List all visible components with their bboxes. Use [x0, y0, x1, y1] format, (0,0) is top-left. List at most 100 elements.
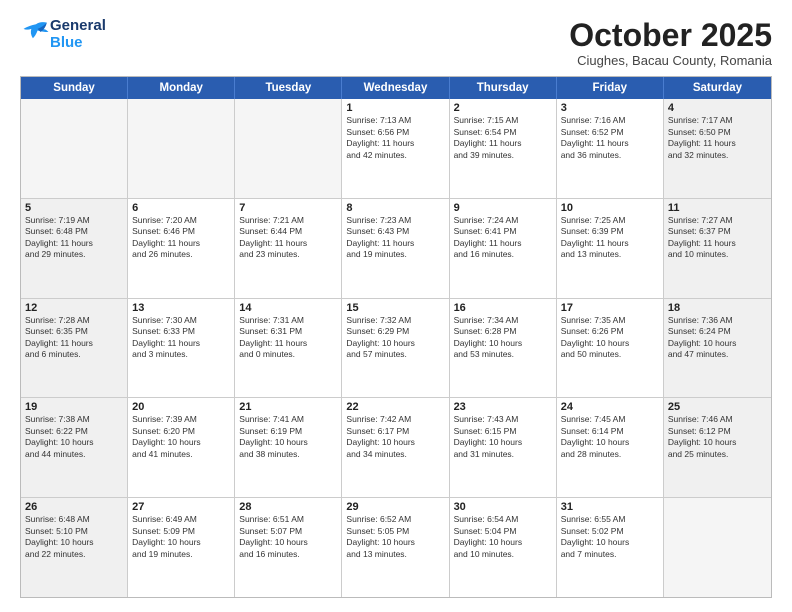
calendar-row-0: 1Sunrise: 7:13 AMSunset: 6:56 PMDaylight…	[21, 99, 771, 198]
calendar-cell: 22Sunrise: 7:42 AMSunset: 6:17 PMDayligh…	[342, 398, 449, 497]
cell-details: Sunrise: 7:31 AMSunset: 6:31 PMDaylight:…	[239, 315, 337, 361]
cell-details: Sunrise: 7:16 AMSunset: 6:52 PMDaylight:…	[561, 115, 659, 161]
day-number: 2	[454, 102, 552, 114]
day-number: 6	[132, 202, 230, 214]
calendar-cell: 25Sunrise: 7:46 AMSunset: 6:12 PMDayligh…	[664, 398, 771, 497]
day-number: 28	[239, 501, 337, 513]
calendar-cell: 27Sunrise: 6:49 AMSunset: 5:09 PMDayligh…	[128, 498, 235, 597]
cell-details: Sunrise: 6:55 AMSunset: 5:02 PMDaylight:…	[561, 514, 659, 560]
calendar-cell: 21Sunrise: 7:41 AMSunset: 6:19 PMDayligh…	[235, 398, 342, 497]
month-title: October 2025	[569, 18, 772, 53]
calendar-cell: 16Sunrise: 7:34 AMSunset: 6:28 PMDayligh…	[450, 299, 557, 398]
day-of-week-wednesday: Wednesday	[342, 77, 449, 99]
day-number: 19	[25, 401, 123, 413]
cell-details: Sunrise: 7:24 AMSunset: 6:41 PMDaylight:…	[454, 215, 552, 261]
cell-details: Sunrise: 7:46 AMSunset: 6:12 PMDaylight:…	[668, 414, 767, 460]
calendar-cell: 2Sunrise: 7:15 AMSunset: 6:54 PMDaylight…	[450, 99, 557, 198]
day-number: 8	[346, 202, 444, 214]
logo: General Blue	[20, 18, 106, 51]
day-number: 23	[454, 401, 552, 413]
day-of-week-sunday: Sunday	[21, 77, 128, 99]
cell-details: Sunrise: 6:52 AMSunset: 5:05 PMDaylight:…	[346, 514, 444, 560]
day-number: 21	[239, 401, 337, 413]
calendar-header: SundayMondayTuesdayWednesdayThursdayFrid…	[21, 77, 771, 99]
calendar-cell: 14Sunrise: 7:31 AMSunset: 6:31 PMDayligh…	[235, 299, 342, 398]
day-number: 15	[346, 302, 444, 314]
day-number: 3	[561, 102, 659, 114]
calendar-cell: 19Sunrise: 7:38 AMSunset: 6:22 PMDayligh…	[21, 398, 128, 497]
calendar-cell: 1Sunrise: 7:13 AMSunset: 6:56 PMDaylight…	[342, 99, 449, 198]
cell-details: Sunrise: 7:20 AMSunset: 6:46 PMDaylight:…	[132, 215, 230, 261]
calendar-cell	[235, 99, 342, 198]
logo-bird-icon	[22, 21, 50, 43]
cell-details: Sunrise: 6:49 AMSunset: 5:09 PMDaylight:…	[132, 514, 230, 560]
day-number: 18	[668, 302, 767, 314]
cell-details: Sunrise: 7:36 AMSunset: 6:24 PMDaylight:…	[668, 315, 767, 361]
calendar-cell	[128, 99, 235, 198]
cell-details: Sunrise: 7:21 AMSunset: 6:44 PMDaylight:…	[239, 215, 337, 261]
cell-details: Sunrise: 7:17 AMSunset: 6:50 PMDaylight:…	[668, 115, 767, 161]
calendar-cell: 6Sunrise: 7:20 AMSunset: 6:46 PMDaylight…	[128, 199, 235, 298]
calendar-cell: 30Sunrise: 6:54 AMSunset: 5:04 PMDayligh…	[450, 498, 557, 597]
calendar-cell: 13Sunrise: 7:30 AMSunset: 6:33 PMDayligh…	[128, 299, 235, 398]
day-number: 10	[561, 202, 659, 214]
cell-details: Sunrise: 7:23 AMSunset: 6:43 PMDaylight:…	[346, 215, 444, 261]
calendar-cell: 9Sunrise: 7:24 AMSunset: 6:41 PMDaylight…	[450, 199, 557, 298]
calendar-cell: 3Sunrise: 7:16 AMSunset: 6:52 PMDaylight…	[557, 99, 664, 198]
day-number: 20	[132, 401, 230, 413]
page: General Blue October 2025 Ciughes, Bacau…	[0, 0, 792, 612]
cell-details: Sunrise: 7:43 AMSunset: 6:15 PMDaylight:…	[454, 414, 552, 460]
day-number: 7	[239, 202, 337, 214]
calendar-row-2: 12Sunrise: 7:28 AMSunset: 6:35 PMDayligh…	[21, 298, 771, 398]
calendar-cell: 29Sunrise: 6:52 AMSunset: 5:05 PMDayligh…	[342, 498, 449, 597]
cell-details: Sunrise: 6:48 AMSunset: 5:10 PMDaylight:…	[25, 514, 123, 560]
calendar: SundayMondayTuesdayWednesdayThursdayFrid…	[20, 76, 772, 598]
day-of-week-saturday: Saturday	[664, 77, 771, 99]
cell-details: Sunrise: 7:27 AMSunset: 6:37 PMDaylight:…	[668, 215, 767, 261]
logo-text: General Blue	[50, 18, 106, 51]
calendar-cell: 24Sunrise: 7:45 AMSunset: 6:14 PMDayligh…	[557, 398, 664, 497]
title-block: October 2025 Ciughes, Bacau County, Roma…	[569, 18, 772, 68]
location-subtitle: Ciughes, Bacau County, Romania	[569, 53, 772, 68]
day-of-week-tuesday: Tuesday	[235, 77, 342, 99]
calendar-cell: 5Sunrise: 7:19 AMSunset: 6:48 PMDaylight…	[21, 199, 128, 298]
calendar-cell: 12Sunrise: 7:28 AMSunset: 6:35 PMDayligh…	[21, 299, 128, 398]
day-number: 14	[239, 302, 337, 314]
calendar-body: 1Sunrise: 7:13 AMSunset: 6:56 PMDaylight…	[21, 99, 771, 597]
cell-details: Sunrise: 7:32 AMSunset: 6:29 PMDaylight:…	[346, 315, 444, 361]
calendar-cell: 26Sunrise: 6:48 AMSunset: 5:10 PMDayligh…	[21, 498, 128, 597]
calendar-row-1: 5Sunrise: 7:19 AMSunset: 6:48 PMDaylight…	[21, 198, 771, 298]
cell-details: Sunrise: 7:41 AMSunset: 6:19 PMDaylight:…	[239, 414, 337, 460]
calendar-cell: 20Sunrise: 7:39 AMSunset: 6:20 PMDayligh…	[128, 398, 235, 497]
calendar-cell: 8Sunrise: 7:23 AMSunset: 6:43 PMDaylight…	[342, 199, 449, 298]
day-number: 11	[668, 202, 767, 214]
day-number: 9	[454, 202, 552, 214]
cell-details: Sunrise: 6:54 AMSunset: 5:04 PMDaylight:…	[454, 514, 552, 560]
day-number: 5	[25, 202, 123, 214]
calendar-row-3: 19Sunrise: 7:38 AMSunset: 6:22 PMDayligh…	[21, 397, 771, 497]
day-number: 22	[346, 401, 444, 413]
day-of-week-monday: Monday	[128, 77, 235, 99]
cell-details: Sunrise: 6:51 AMSunset: 5:07 PMDaylight:…	[239, 514, 337, 560]
day-number: 26	[25, 501, 123, 513]
day-of-week-thursday: Thursday	[450, 77, 557, 99]
calendar-cell: 28Sunrise: 6:51 AMSunset: 5:07 PMDayligh…	[235, 498, 342, 597]
calendar-cell: 17Sunrise: 7:35 AMSunset: 6:26 PMDayligh…	[557, 299, 664, 398]
day-number: 29	[346, 501, 444, 513]
day-number: 24	[561, 401, 659, 413]
cell-details: Sunrise: 7:30 AMSunset: 6:33 PMDaylight:…	[132, 315, 230, 361]
cell-details: Sunrise: 7:42 AMSunset: 6:17 PMDaylight:…	[346, 414, 444, 460]
calendar-cell: 31Sunrise: 6:55 AMSunset: 5:02 PMDayligh…	[557, 498, 664, 597]
cell-details: Sunrise: 7:28 AMSunset: 6:35 PMDaylight:…	[25, 315, 123, 361]
cell-details: Sunrise: 7:15 AMSunset: 6:54 PMDaylight:…	[454, 115, 552, 161]
day-of-week-friday: Friday	[557, 77, 664, 99]
cell-details: Sunrise: 7:35 AMSunset: 6:26 PMDaylight:…	[561, 315, 659, 361]
calendar-cell: 18Sunrise: 7:36 AMSunset: 6:24 PMDayligh…	[664, 299, 771, 398]
day-number: 30	[454, 501, 552, 513]
day-number: 13	[132, 302, 230, 314]
header: General Blue October 2025 Ciughes, Bacau…	[20, 18, 772, 68]
calendar-cell: 23Sunrise: 7:43 AMSunset: 6:15 PMDayligh…	[450, 398, 557, 497]
cell-details: Sunrise: 7:25 AMSunset: 6:39 PMDaylight:…	[561, 215, 659, 261]
cell-details: Sunrise: 7:45 AMSunset: 6:14 PMDaylight:…	[561, 414, 659, 460]
calendar-row-4: 26Sunrise: 6:48 AMSunset: 5:10 PMDayligh…	[21, 497, 771, 597]
